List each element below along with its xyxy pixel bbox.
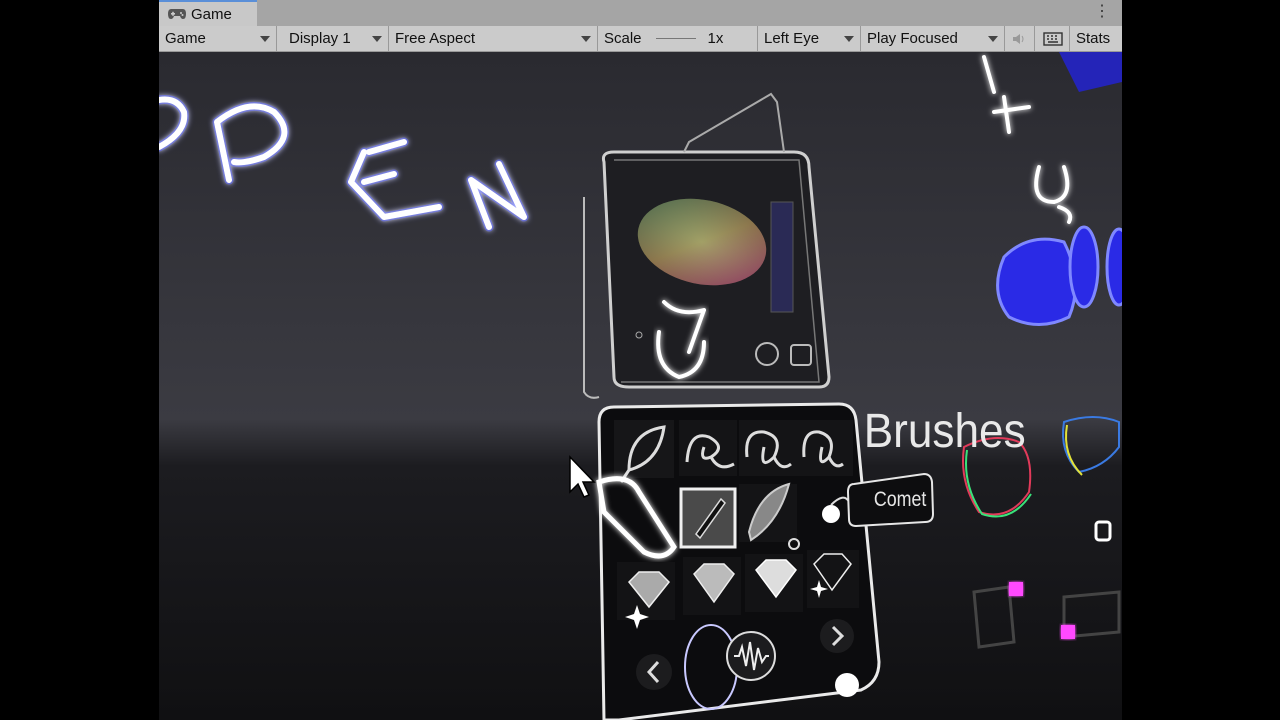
next-page-button[interactable] bbox=[820, 619, 854, 653]
chevron-down-icon bbox=[988, 36, 998, 42]
gizmos-button[interactable] bbox=[1035, 26, 1070, 51]
more-options-icon[interactable]: ⋮ bbox=[1094, 4, 1110, 20]
chevron-down-icon bbox=[581, 36, 591, 42]
keyboard-icon bbox=[1043, 31, 1063, 46]
brush-gem-4[interactable] bbox=[807, 550, 859, 608]
eye-dropdown[interactable]: Left Eye bbox=[758, 26, 861, 51]
brush-spiral-2[interactable] bbox=[739, 420, 797, 476]
chevron-down-icon bbox=[372, 36, 382, 42]
display-dropdown[interactable]: Display 1 bbox=[277, 26, 389, 51]
game-window: Game ⋮ Game Display 1 Free Aspect Scale … bbox=[159, 0, 1122, 720]
aspect-label: Free Aspect bbox=[395, 30, 476, 47]
display-label: Display 1 bbox=[289, 30, 351, 47]
tab-label: Game bbox=[191, 5, 232, 23]
game-viewport[interactable]: Brushes Comet bbox=[159, 52, 1122, 720]
vr-scene: Brushes Comet bbox=[159, 52, 1122, 720]
play-mode-dropdown[interactable]: Play Focused bbox=[861, 26, 1005, 51]
brush-feather[interactable] bbox=[614, 420, 674, 483]
scale-value: 1x bbox=[707, 30, 724, 47]
brush-gem-3[interactable] bbox=[745, 554, 803, 612]
gamepad-icon bbox=[168, 9, 186, 19]
display-mode-dropdown[interactable]: Game bbox=[159, 26, 277, 51]
display-mode-label: Game bbox=[165, 30, 206, 47]
panel-grab-handle[interactable] bbox=[835, 673, 859, 697]
brush-spiral-3[interactable] bbox=[797, 420, 853, 476]
brush-pencil-selected[interactable] bbox=[679, 487, 737, 549]
tab-bar: Game ⋮ bbox=[159, 0, 1122, 26]
scale-control: Scale 1x bbox=[598, 26, 758, 51]
tooltip-label: Comet bbox=[874, 488, 927, 512]
prev-page-button[interactable] bbox=[636, 654, 672, 690]
aspect-dropdown[interactable]: Free Aspect bbox=[389, 26, 598, 51]
brightness-slider[interactable] bbox=[770, 201, 794, 313]
tab-game[interactable]: Game bbox=[159, 0, 257, 26]
brushes-panel-title: Brushes bbox=[864, 403, 1026, 457]
scale-slider[interactable] bbox=[655, 38, 696, 39]
brush-gem-1[interactable] bbox=[617, 562, 675, 629]
chevron-down-icon bbox=[260, 36, 270, 42]
stats-button[interactable]: Stats bbox=[1070, 26, 1122, 51]
chevron-down-icon bbox=[844, 36, 854, 42]
speaker-icon bbox=[1013, 33, 1024, 44]
scale-label: Scale bbox=[604, 30, 642, 47]
stats-label: Stats bbox=[1076, 30, 1111, 47]
game-toolbar: Game Display 1 Free Aspect Scale 1x Left… bbox=[159, 26, 1122, 52]
play-mode-label: Play Focused bbox=[867, 30, 958, 47]
brush-rough[interactable] bbox=[739, 482, 800, 550]
mute-audio-button[interactable] bbox=[1005, 26, 1035, 51]
brush-gem-2[interactable] bbox=[683, 557, 741, 615]
brush-spiral-1[interactable] bbox=[679, 420, 737, 476]
eye-label: Left Eye bbox=[764, 30, 820, 47]
